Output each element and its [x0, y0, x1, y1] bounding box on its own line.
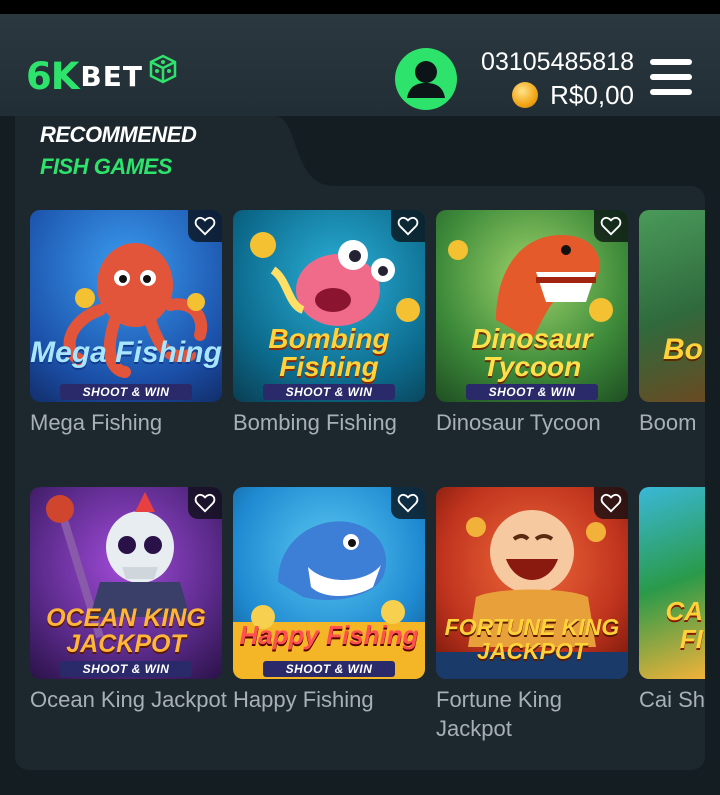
account-info[interactable]: 03105485818 R$0,00 — [466, 48, 634, 110]
game-name[interactable]: Ocean King Jackpot — [30, 685, 230, 714]
game-art-title: Bombing Fishing — [268, 323, 390, 382]
status-strip — [0, 0, 720, 14]
game-name[interactable]: Cai Sh — [639, 685, 705, 714]
balance-row: R$0,00 — [466, 80, 634, 110]
favorite-button[interactable] — [594, 487, 628, 519]
top-header: 6K BET 03105485818 R$0,00 — [0, 14, 720, 116]
balance-amount: R$0,00 — [550, 80, 634, 110]
game-art-title: Bo — [663, 333, 703, 366]
game-name[interactable]: Bombing Fishing — [233, 408, 433, 437]
favorite-button[interactable] — [594, 210, 628, 242]
heart-icon — [397, 216, 419, 236]
game-name[interactable]: Boom — [639, 408, 705, 437]
game-art-title: FORTUNE KING JACKPOT — [444, 614, 620, 664]
logo-text: BET — [80, 59, 143, 93]
game-art-title: Dinosaur Tycoon — [471, 323, 593, 382]
brand-logo[interactable]: 6K BET — [26, 48, 179, 104]
favorite-button[interactable] — [188, 487, 222, 519]
game-name[interactable]: Dinosaur Tycoon — [436, 408, 636, 437]
heart-icon — [397, 493, 419, 513]
game-art-title: CA FI — [665, 596, 703, 654]
game-art-title: Happy Fishing — [239, 620, 419, 650]
game-art-tag: SHOOT & WIN — [60, 384, 192, 400]
game-art-tag: SHOOT & WIN — [60, 661, 192, 677]
heart-icon — [600, 493, 622, 513]
game-thumbnail[interactable]: FORTUNE KING JACKPOT — [436, 487, 628, 679]
coin-icon — [512, 82, 539, 108]
game-thumbnail[interactable]: Bombing Fishing SHOOT & WIN — [233, 210, 425, 402]
favorite-button[interactable] — [391, 487, 425, 519]
heart-icon — [194, 216, 216, 236]
user-icon — [407, 61, 445, 98]
game-art-tag: SHOOT & WIN — [263, 661, 395, 677]
game-thumbnail[interactable]: Dinosaur Tycoon SHOOT & WIN — [436, 210, 628, 402]
menu-line-icon — [650, 89, 692, 95]
game-art-tag: SHOOT & WIN — [263, 384, 395, 400]
game-thumbnail[interactable]: Happy Fishing SHOOT & WIN — [233, 487, 425, 679]
game-thumbnail[interactable]: CA FI — [639, 487, 705, 679]
favorite-button[interactable] — [188, 210, 222, 242]
menu-line-icon — [650, 59, 692, 65]
heart-icon — [600, 216, 622, 236]
section-heading-line2: FISH GAMES — [40, 154, 172, 179]
game-name[interactable]: Happy Fishing — [233, 685, 433, 714]
dice-icon — [149, 54, 177, 84]
section-heading-line1: RECOMMENED — [40, 122, 197, 147]
user-avatar-button[interactable] — [395, 48, 457, 110]
hamburger-menu-button[interactable] — [650, 59, 692, 99]
game-thumbnail[interactable]: OCEAN KING JACKPOT SHOOT & WIN — [30, 487, 222, 679]
game-thumbnail[interactable]: Bo — [639, 210, 705, 402]
heart-icon — [194, 493, 216, 513]
menu-line-icon — [650, 74, 692, 80]
favorite-button[interactable] — [391, 210, 425, 242]
game-thumbnail[interactable]: Mega Fishing SHOOT & WIN — [30, 210, 222, 402]
game-art-title: Mega Fishing — [30, 336, 222, 369]
game-art-tag: SHOOT & WIN — [466, 384, 598, 400]
game-name[interactable]: Fortune King Jackpot — [436, 685, 636, 743]
game-art-title: OCEAN KING JACKPOT — [46, 604, 206, 658]
logo-mark: 6K — [26, 54, 79, 98]
account-phone: 03105485818 — [481, 48, 634, 76]
section-heading: RECOMMENED FISH GAMES — [40, 122, 197, 180]
game-name[interactable]: Mega Fishing — [30, 408, 230, 437]
